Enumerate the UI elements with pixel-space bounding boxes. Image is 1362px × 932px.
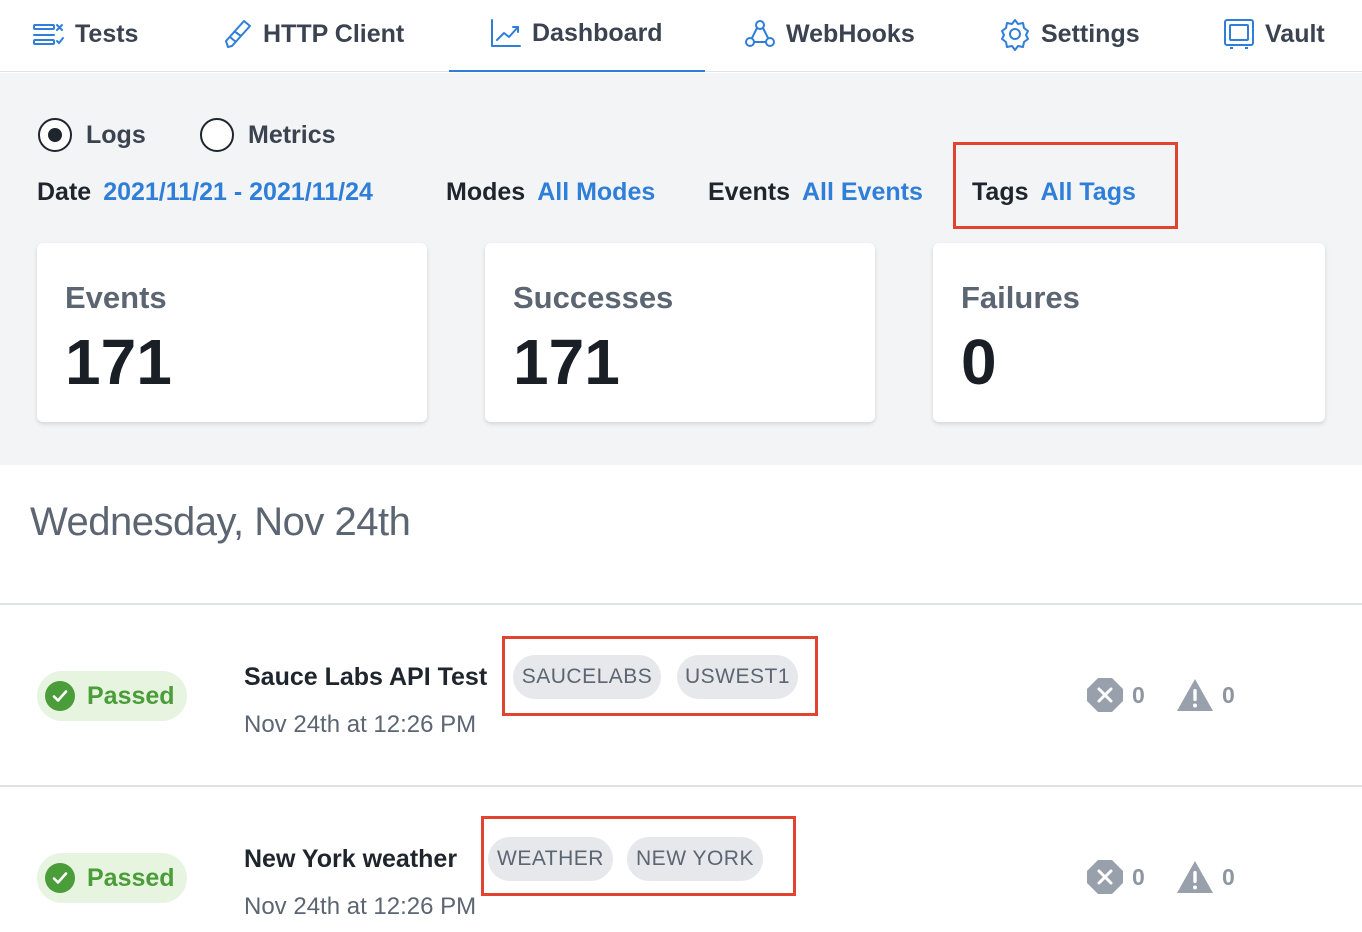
error-count: 0 <box>1086 677 1145 713</box>
warning-triangle-icon <box>1177 861 1213 893</box>
chart-line-icon <box>491 19 521 47</box>
tab-label: Dashboard <box>532 18 663 47</box>
log-title[interactable]: New York weather <box>244 845 457 874</box>
tab-dashboard[interactable]: Dashboard <box>449 0 705 72</box>
failures-stat-card: Failures 0 <box>933 243 1325 422</box>
radio-label: Metrics <box>248 120 336 149</box>
top-nav: Tests HTTP Client Dashboard WebHooks Set… <box>0 0 1362 72</box>
successes-stat-card: Successes 171 <box>485 243 875 422</box>
tab-settings[interactable]: Settings <box>998 0 1140 72</box>
stat-value: 171 <box>513 326 620 398</box>
filter-label: Modes <box>446 178 526 206</box>
date-filter: Date 2021/11/21 - 2021/11/24 <box>37 178 373 207</box>
log-timestamp: Nov 24th at 12:26 PM <box>244 893 477 920</box>
radio-label: Logs <box>86 120 146 149</box>
log-title[interactable]: Sauce Labs API Test <box>244 663 487 692</box>
status-label: Passed <box>87 681 175 710</box>
events-link[interactable]: All Events <box>802 178 923 206</box>
tab-label: HTTP Client <box>263 19 405 48</box>
check-circle-icon <box>45 681 75 711</box>
gear-icon <box>1001 19 1029 51</box>
tests-icon <box>33 24 64 45</box>
warning-count-value: 0 <box>1222 681 1235 708</box>
status-label: Passed <box>87 863 175 892</box>
tab-vault[interactable]: Vault <box>1222 0 1325 72</box>
filter-label: Date <box>37 178 92 206</box>
modes-link[interactable]: All Modes <box>537 178 655 206</box>
metrics-radio[interactable]: Metrics <box>200 118 336 152</box>
tab-label: Vault <box>1265 19 1325 48</box>
tab-tests[interactable]: Tests <box>32 0 138 72</box>
tab-webhooks[interactable]: WebHooks <box>743 0 915 72</box>
tab-label: Settings <box>1041 19 1140 48</box>
logs-radio[interactable]: Logs <box>38 118 146 152</box>
date-range-link[interactable]: 2021/11/21 - 2021/11/24 <box>103 178 373 206</box>
vault-icon <box>1224 19 1254 49</box>
stat-label: Events <box>65 280 167 315</box>
events-stat-card: Events 171 <box>37 243 427 422</box>
radio-unselected-icon <box>200 118 234 152</box>
day-heading: Wednesday, Nov 24th <box>30 500 411 544</box>
stat-label: Failures <box>961 280 1080 315</box>
warning-triangle-icon <box>1177 679 1213 711</box>
error-count-value: 0 <box>1132 681 1145 708</box>
filter-label: Events <box>708 178 790 206</box>
highlight-box <box>502 636 818 716</box>
highlight-box <box>481 816 796 896</box>
error-count: 0 <box>1086 859 1145 895</box>
modes-filter: Modes All Modes <box>446 178 655 207</box>
stat-label: Successes <box>513 280 674 315</box>
webhooks-icon <box>745 20 775 47</box>
error-count-value: 0 <box>1132 863 1145 890</box>
warning-count-value: 0 <box>1222 863 1235 890</box>
radio-selected-icon <box>38 118 72 152</box>
status-badge: Passed <box>37 671 187 721</box>
error-octagon-icon <box>1087 860 1123 894</box>
tab-label: Tests <box>75 19 139 48</box>
stat-value: 0 <box>961 326 997 398</box>
warning-count: 0 <box>1176 859 1235 895</box>
log-timestamp: Nov 24th at 12:26 PM <box>244 711 477 738</box>
pencil-icon <box>225 20 251 48</box>
status-badge: Passed <box>37 853 187 903</box>
highlight-box <box>953 142 1178 229</box>
stat-value: 171 <box>65 326 172 398</box>
tab-label: WebHooks <box>786 19 915 48</box>
events-filter: Events All Events <box>708 178 923 207</box>
tab-http-client[interactable]: HTTP Client <box>220 0 404 72</box>
warning-count: 0 <box>1176 677 1235 713</box>
check-circle-icon <box>45 863 75 893</box>
error-octagon-icon <box>1087 678 1123 712</box>
